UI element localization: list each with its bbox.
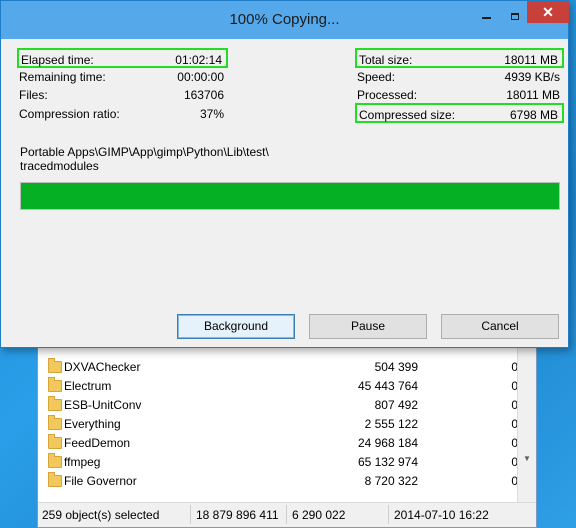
folder-icon [48, 377, 62, 392]
file-name: Electrum [64, 379, 112, 393]
file-name: Everything [64, 417, 121, 431]
elapsed-time: Elapsed time: 01:02:14 [17, 48, 228, 68]
path-line-2: tracedmodules [20, 159, 99, 173]
file-size: 2 555 122 [364, 417, 418, 431]
files-value: 163706 [183, 88, 224, 102]
copying-dialog: 100% Copying... ✕ Elapsed time: 01:02:14… [0, 0, 569, 348]
status-bar: 259 object(s) selected 18 879 896 411 6 … [38, 502, 536, 527]
folder-icon [48, 453, 62, 468]
file-size: 807 492 [374, 398, 418, 412]
file-name: ffmpeg [64, 455, 101, 469]
file-size: 24 968 184 [357, 436, 418, 450]
speed-label: Speed: [357, 70, 396, 84]
processed-value: 18011 MB [506, 88, 560, 102]
elapsed-time-label: Elapsed time: [21, 53, 94, 67]
compressed-size-label: Compressed size: [359, 108, 456, 122]
status-date: 2014-07-10 16:22 [394, 508, 489, 522]
close-icon: ✕ [542, 4, 554, 20]
file-name: File Governor [64, 474, 137, 488]
elapsed-time-value: 01:02:14 [175, 53, 222, 67]
status-packed-size: 6 290 022 [292, 508, 346, 522]
list-item[interactable]: Everything 2 555 122 0 [38, 415, 518, 434]
compressed-size-value: 6798 MB [509, 108, 558, 122]
background-button[interactable]: Background [177, 314, 295, 339]
list-item[interactable]: File Governor 8 720 322 0 [38, 472, 518, 491]
maximize-button[interactable] [503, 1, 529, 23]
processed-label: Processed: [357, 88, 418, 102]
folder-icon [48, 472, 62, 487]
files-count: Files: 163706 [17, 85, 228, 105]
compressed-size: Compressed size: 6798 MB [355, 103, 564, 123]
file-size: 8 720 322 [364, 474, 418, 488]
file-name: ESB-UnitConv [64, 398, 142, 412]
file-size: 504 399 [374, 360, 418, 374]
folder-icon [48, 434, 62, 449]
remaining-time-value: 00:00:00 [177, 70, 224, 84]
path-line-1: Portable Apps\GIMP\App\gimp\Python\Lib\t… [20, 145, 269, 159]
minimize-button[interactable] [471, 1, 501, 23]
file-name: DXVAChecker [64, 360, 141, 374]
progress-bar [20, 182, 560, 210]
remaining-time-label: Remaining time: [19, 70, 106, 84]
total-size-value: 18011 MB [504, 53, 558, 67]
list-item[interactable]: ffmpeg 65 132 974 0 [38, 453, 518, 472]
progress-fill [21, 183, 559, 209]
status-total-size: 18 879 896 411 [196, 508, 279, 522]
file-size: 45 443 764 [357, 379, 418, 393]
list-item[interactable]: Electrum 45 443 764 0 [38, 377, 518, 396]
processed: Processed: 18011 MB [355, 85, 564, 105]
list-item[interactable]: DXVAChecker 504 399 0 [38, 358, 518, 377]
title-bar[interactable]: 100% Copying... ✕ [1, 1, 569, 39]
folder-icon [48, 396, 62, 411]
file-name: FeedDemon [64, 436, 131, 450]
list-item[interactable]: FeedDemon 24 968 184 0 [38, 434, 518, 453]
current-file-path: Portable Apps\GIMP\App\gimp\Python\Lib\t… [20, 145, 280, 173]
file-size: 65 132 974 [357, 455, 418, 469]
folder-icon [48, 358, 62, 373]
remaining-time: Remaining time: 00:00:00 [17, 67, 228, 87]
total-size-label: Total size: [359, 53, 413, 67]
compression-ratio: Compression ratio: 37% [17, 104, 228, 124]
folder-icon [48, 415, 62, 430]
speed-value: 4939 KB/s [504, 70, 560, 84]
compression-ratio-label: Compression ratio: [19, 107, 120, 121]
close-button[interactable]: ✕ [527, 1, 569, 23]
cancel-button[interactable]: Cancel [441, 314, 559, 339]
status-selected: 259 object(s) selected [42, 508, 160, 522]
speed: Speed: 4939 KB/s [355, 67, 564, 87]
compression-ratio-value: 37% [199, 107, 224, 121]
pause-button[interactable]: Pause [309, 314, 427, 339]
list-item[interactable]: ESB-UnitConv 807 492 0 [38, 396, 518, 415]
scroll-down-arrow-icon[interactable]: ▼ [518, 450, 536, 467]
dialog-body: Elapsed time: 01:02:14 Remaining time: 0… [1, 39, 568, 347]
total-size: Total size: 18011 MB [355, 48, 564, 68]
files-label: Files: [19, 88, 48, 102]
